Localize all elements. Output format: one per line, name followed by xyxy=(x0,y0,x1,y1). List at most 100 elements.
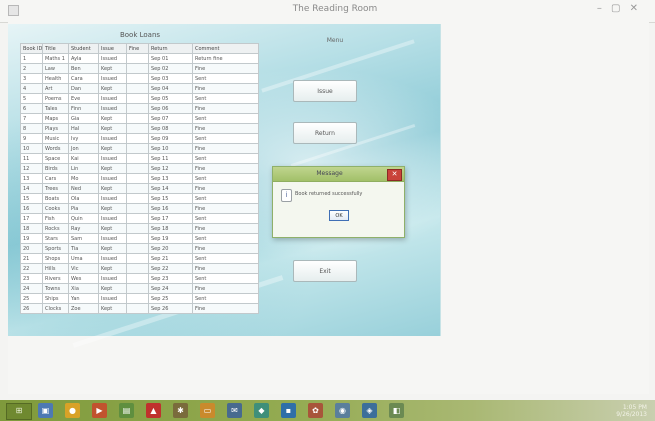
table-cell[interactable] xyxy=(126,53,149,64)
table-cell[interactable]: Sent xyxy=(192,153,259,164)
table-row[interactable]: 21 Shops Uma Issued Sep 21 Sent xyxy=(20,253,259,264)
column-header[interactable]: Fine xyxy=(126,43,149,54)
table-cell[interactable]: Cara xyxy=(68,73,99,84)
table-cell[interactable]: Yan xyxy=(68,293,99,304)
table-cell[interactable]: Kept xyxy=(98,143,127,154)
table-cell[interactable]: Cars xyxy=(42,173,69,184)
table-cell[interactable]: Sent xyxy=(192,253,259,264)
table-cell[interactable]: Sep 21 xyxy=(148,253,193,264)
table-row[interactable]: 17 Fish Quin Issued Sep 17 Sent xyxy=(20,213,259,224)
table-cell[interactable]: Tales xyxy=(42,103,69,114)
table-cell[interactable] xyxy=(126,303,149,314)
system-tray[interactable]: 1:05 PM 9/26/2013 xyxy=(616,404,647,418)
table-cell[interactable]: Sent xyxy=(192,193,259,204)
table-cell[interactable]: 11 xyxy=(20,153,43,164)
window-controls[interactable]: – ▢ ✕ xyxy=(597,3,641,14)
table-cell[interactable]: Kai xyxy=(68,153,99,164)
app-icon[interactable]: ◉ xyxy=(335,403,350,418)
table-row[interactable]: 13 Cars Mo Issued Sep 13 Sent xyxy=(20,173,259,184)
table-cell[interactable] xyxy=(126,63,149,74)
table-cell[interactable]: Issued xyxy=(98,93,127,104)
table-cell[interactable]: Issued xyxy=(98,253,127,264)
table-row[interactable]: 8 Plays Hal Kept Sep 08 Fine xyxy=(20,123,259,134)
table-cell[interactable]: Fine xyxy=(192,163,259,174)
table-cell[interactable]: 10 xyxy=(20,143,43,154)
mail-icon[interactable]: ✉ xyxy=(227,403,242,418)
table-cell[interactable]: Ned xyxy=(68,183,99,194)
table-cell[interactable]: Art xyxy=(42,83,69,94)
table-cell[interactable] xyxy=(126,223,149,234)
column-header[interactable]: Title xyxy=(42,43,69,54)
table-cell[interactable]: Sent xyxy=(192,273,259,284)
table-cell[interactable]: Sep 06 xyxy=(148,103,193,114)
table-cell[interactable] xyxy=(126,193,149,204)
table-cell[interactable]: 22 xyxy=(20,263,43,274)
table-cell[interactable] xyxy=(126,243,149,254)
table-cell[interactable]: Kept xyxy=(98,63,127,74)
column-header[interactable]: Issue xyxy=(98,43,127,54)
table-cell[interactable]: Sep 01 xyxy=(148,53,193,64)
table-cell[interactable]: Sep 04 xyxy=(148,83,193,94)
table-cell[interactable]: Sent xyxy=(192,293,259,304)
table-row[interactable]: 7 Maps Gia Kept Sep 07 Sent xyxy=(20,113,259,124)
table-cell[interactable]: Rocks xyxy=(42,223,69,234)
table-row[interactable]: 19 Stars Sam Issued Sep 19 Sent xyxy=(20,233,259,244)
table-row[interactable]: 2 Law Ben Kept Sep 02 Fine xyxy=(20,63,259,74)
table-cell[interactable]: Fine xyxy=(192,103,259,114)
table-cell[interactable]: Sep 05 xyxy=(148,93,193,104)
table-cell[interactable] xyxy=(126,73,149,84)
table-cell[interactable]: Kept xyxy=(98,113,127,124)
exit-button[interactable]: Exit xyxy=(293,260,357,282)
column-header[interactable]: Comment xyxy=(192,43,259,54)
table-cell[interactable]: Fine xyxy=(192,83,259,94)
table-row[interactable]: 25 Ships Yan Issued Sep 25 Sent xyxy=(20,293,259,304)
table-cell[interactable]: Sep 17 xyxy=(148,213,193,224)
table-cell[interactable]: Issued xyxy=(98,153,127,164)
table-cell[interactable] xyxy=(126,143,149,154)
table-cell[interactable]: 24 xyxy=(20,283,43,294)
table-cell[interactable]: Maths 1 xyxy=(42,53,69,64)
table-cell[interactable]: Sep 25 xyxy=(148,293,193,304)
table-cell[interactable]: Sep 22 xyxy=(148,263,193,274)
table-cell[interactable]: Sep 11 xyxy=(148,153,193,164)
table-cell[interactable]: Issued xyxy=(98,293,127,304)
table-cell[interactable]: Kept xyxy=(98,283,127,294)
table-cell[interactable]: Sep 23 xyxy=(148,273,193,284)
table-cell[interactable]: 13 xyxy=(20,173,43,184)
table-cell[interactable]: Jon xyxy=(68,143,99,154)
table-cell[interactable]: Stars xyxy=(42,233,69,244)
table-cell[interactable] xyxy=(126,253,149,264)
table-cell[interactable]: Gia xyxy=(68,113,99,124)
table-cell[interactable]: Words xyxy=(42,143,69,154)
table-cell[interactable]: 1 xyxy=(20,53,43,64)
store-icon[interactable]: ◧ xyxy=(389,403,404,418)
table-row[interactable]: 4 Art Dan Kept Sep 04 Fine xyxy=(20,83,259,94)
table-row[interactable]: 3 Health Cara Issued Sep 03 Sent xyxy=(20,73,259,84)
table-cell[interactable]: Kept xyxy=(98,303,127,314)
table-cell[interactable]: 14 xyxy=(20,183,43,194)
table-cell[interactable]: Zoe xyxy=(68,303,99,314)
table-cell[interactable]: Sep 13 xyxy=(148,173,193,184)
table-cell[interactable]: Fine xyxy=(192,63,259,74)
table-cell[interactable]: Fine xyxy=(192,123,259,134)
table-cell[interactable]: Sep 24 xyxy=(148,283,193,294)
table-cell[interactable] xyxy=(126,263,149,274)
table-cell[interactable] xyxy=(126,153,149,164)
table-cell[interactable]: Xia xyxy=(68,283,99,294)
table-cell[interactable]: Sep 02 xyxy=(148,63,193,74)
table-cell[interactable]: Hal xyxy=(68,123,99,134)
table-cell[interactable]: Fine xyxy=(192,143,259,154)
pdf-icon[interactable]: ▲ xyxy=(146,403,161,418)
table-cell[interactable] xyxy=(126,163,149,174)
table-cell[interactable]: Sep 19 xyxy=(148,233,193,244)
table-cell[interactable]: Quin xyxy=(68,213,99,224)
table-cell[interactable] xyxy=(126,173,149,184)
table-cell[interactable]: Uma xyxy=(68,253,99,264)
table-cell[interactable] xyxy=(126,93,149,104)
table-cell[interactable]: 23 xyxy=(20,273,43,284)
table-cell[interactable] xyxy=(126,293,149,304)
table-cell[interactable] xyxy=(126,273,149,284)
table-cell[interactable]: Sep 09 xyxy=(148,133,193,144)
table-cell[interactable]: Ships xyxy=(42,293,69,304)
table-row[interactable]: 6 Tales Finn Issued Sep 06 Fine xyxy=(20,103,259,114)
